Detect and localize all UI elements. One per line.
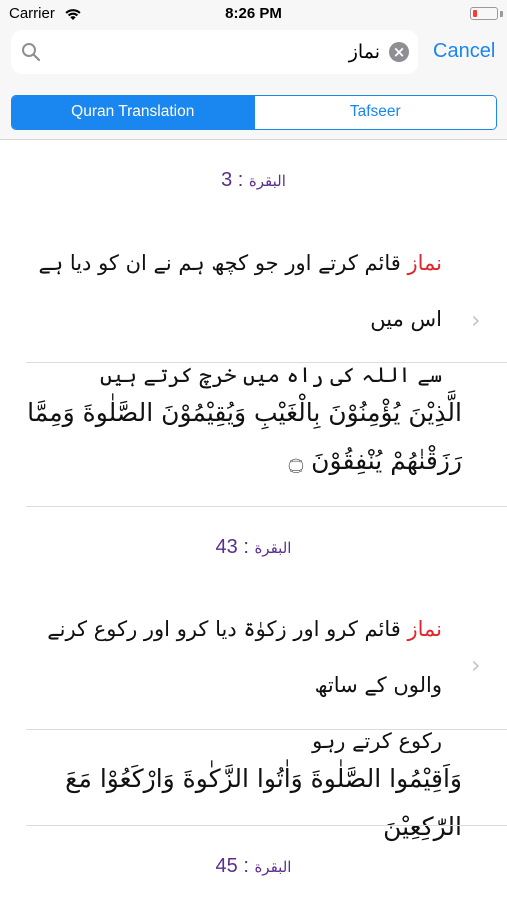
search-field[interactable]: نماز × bbox=[11, 30, 418, 74]
divider bbox=[26, 729, 507, 730]
results-list: البقرة : 3 نماز قائم کرتے اور جو کچھ ہم … bbox=[0, 141, 507, 900]
reference-separator: : bbox=[237, 536, 255, 558]
verse-number: 45 bbox=[215, 855, 238, 877]
battery-icon bbox=[470, 7, 498, 20]
translation-line: نماز قائم کرتے اور جو کچھ ہم نے ان کو دی… bbox=[20, 235, 442, 347]
segmented-control: Quran Translation Tafseer bbox=[11, 95, 497, 130]
status-time: 8:26 PM bbox=[225, 5, 282, 22]
chevron-right-icon[interactable]: › bbox=[471, 651, 481, 679]
chevron-right-icon[interactable]: › bbox=[471, 306, 481, 334]
divider bbox=[26, 825, 507, 826]
verse-reference: البقرة : 3 bbox=[0, 169, 507, 192]
verse-number: 43 bbox=[215, 536, 238, 558]
divider bbox=[26, 362, 507, 363]
translation-text[interactable]: نماز قائم کرتے اور جو کچھ ہم نے ان کو دی… bbox=[20, 235, 442, 403]
tab-tafseer[interactable]: Tafseer bbox=[253, 96, 496, 129]
status-bar: Carrier 8:26 PM bbox=[0, 0, 507, 28]
arabic-verse: الَّذِيْنَ يُؤْمِنُوْنَ بِالْغَيْبِ وَيُ… bbox=[27, 398, 462, 475]
magnifier-icon bbox=[21, 42, 41, 66]
translation-text[interactable]: نماز قائم کرو اور زکوٰۃ دیا کرو اور رکوع… bbox=[20, 601, 442, 769]
clear-search-icon[interactable]: × bbox=[389, 42, 409, 62]
search-bar: نماز × Cancel bbox=[0, 28, 507, 82]
battery-nub bbox=[500, 11, 503, 17]
divider bbox=[26, 506, 507, 507]
battery-level bbox=[472, 9, 477, 17]
reference-separator: : bbox=[232, 169, 249, 191]
surah-name: البقرة bbox=[248, 172, 286, 190]
surah-name: البقرة bbox=[254, 858, 292, 876]
search-input[interactable]: نماز bbox=[51, 30, 380, 74]
segment-bar: Quran Translation Tafseer bbox=[0, 82, 507, 140]
verse-number: 3 bbox=[221, 169, 233, 191]
surah-name: البقرة bbox=[254, 539, 292, 557]
translation-text-part: قائم کرتے اور جو کچھ ہم نے ان کو دیا ہے … bbox=[38, 251, 442, 331]
translation-line: نماز قائم کرو اور زکوٰۃ دیا کرو اور رکوع… bbox=[20, 601, 442, 713]
search-highlight: نماز bbox=[407, 251, 442, 275]
cancel-button[interactable]: Cancel bbox=[433, 40, 495, 63]
verse-reference: البقرة : 45 bbox=[0, 855, 507, 878]
translation-text-part: قائم کرو اور زکوٰۃ دیا کرو اور رکوع کرنے… bbox=[47, 617, 442, 697]
search-highlight: نماز bbox=[407, 617, 442, 641]
reference-separator: : bbox=[237, 855, 255, 877]
arabic-verse: وَاَقِيْمُوا الصَّلٰوةَ وَاٰتُوا الزَّكٰ… bbox=[65, 764, 462, 841]
verse-reference: البقرة : 43 bbox=[0, 536, 507, 559]
tab-quran-translation[interactable]: Quran Translation bbox=[12, 96, 254, 129]
